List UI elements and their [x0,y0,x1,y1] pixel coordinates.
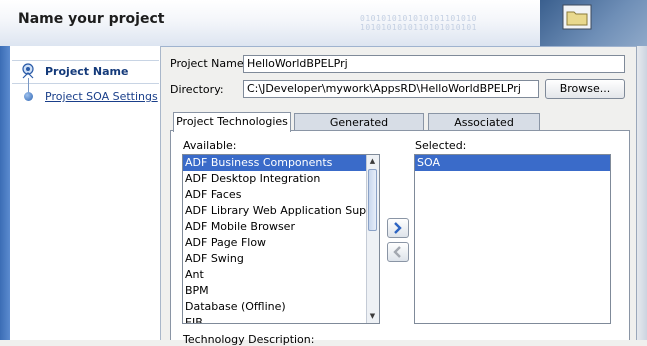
move-right-button[interactable] [387,218,409,238]
list-item[interactable]: Database (Offline) [183,299,379,315]
tab-project-technologies[interactable]: Project Technologies [173,112,291,132]
list-item[interactable]: SOA [415,155,610,171]
nav-step-project-soa-settings[interactable]: Project SOA Settings [45,90,158,103]
window-edge [636,46,647,340]
directory-label: Directory: [170,83,224,96]
list-item[interactable]: ADF Swing [183,251,379,267]
folder-icon [562,4,592,30]
current-step-icon [22,63,34,79]
page-title: Name your project [18,11,165,27]
browse-button[interactable]: Browse... [545,79,625,99]
directory-input[interactable]: C:\JDeveloper\mywork\AppsRD\HelloWorldBP… [243,80,539,98]
scroll-up-icon[interactable]: ▲ [367,156,378,167]
header-binary-decoration: 0101010101010101101010 10101010101101010… [360,14,477,32]
list-item[interactable]: EJB [183,315,379,323]
tab-associated-libraries[interactable]: Associated Libraries [428,113,540,146]
binary-line: 1010101010110101010101 [360,23,477,32]
nav-step-label[interactable]: Project Name [45,65,128,78]
step-dot-icon [24,92,33,101]
binary-line: 0101010101010101101010 [360,14,477,23]
banner-graphic [540,0,647,46]
available-label: Available: [183,139,237,152]
list-item[interactable]: ADF Library Web Application Support [183,203,379,219]
scroll-down-icon[interactable]: ▼ [367,311,378,322]
list-item[interactable]: ADF Page Flow [183,235,379,251]
selected-label: Selected: [415,139,467,152]
selected-list[interactable]: SOA [414,154,611,324]
list-item[interactable]: ADF Faces [183,187,379,203]
project-name-input[interactable]: HelloWorldBPELPrj [243,55,625,73]
step-connector [28,78,29,92]
list-item[interactable]: ADF Desktop Integration [183,171,379,187]
list-item[interactable]: ADF Mobile Browser [183,219,379,235]
move-left-button[interactable] [387,242,409,262]
tab-generated-components[interactable]: Generated Components [294,113,424,146]
list-item[interactable]: ADF Business Components [183,155,379,171]
list-item[interactable]: Ant [183,267,379,283]
available-list[interactable]: ADF Business Components ADF Desktop Inte… [182,154,380,324]
arrow-right-icon [394,222,402,234]
project-name-label: Project Name: [170,57,248,70]
scrollbar-thumb[interactable] [368,169,377,231]
arrow-left-icon [393,246,401,258]
window-edge [0,46,10,340]
list-item[interactable]: BPM [183,283,379,299]
